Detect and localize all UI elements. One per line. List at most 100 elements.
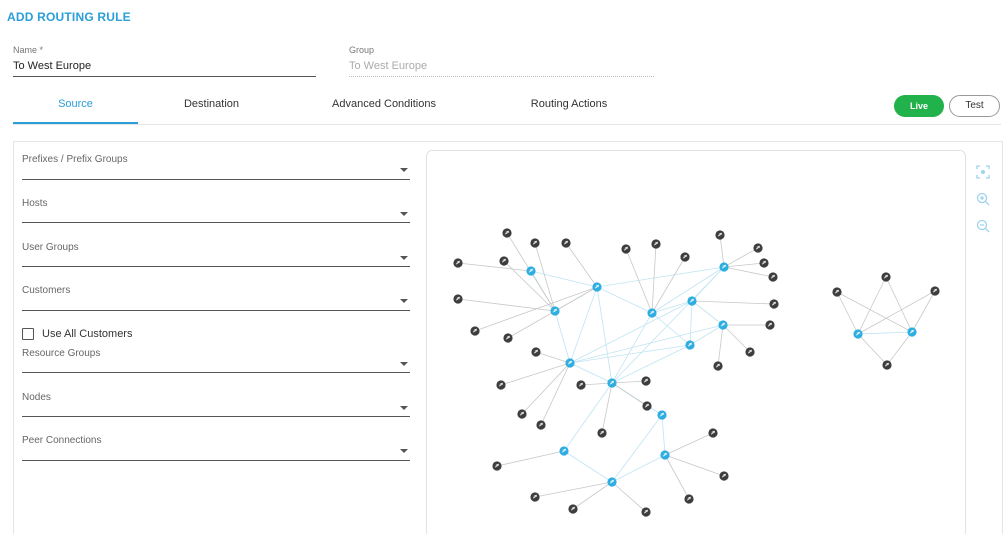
graph-edge	[836, 291, 859, 335]
graph-peer-node[interactable]	[453, 294, 463, 304]
tab-source[interactable]: Source	[13, 91, 138, 124]
graph-peer-node[interactable]	[453, 258, 463, 268]
graph-peer-node[interactable]	[745, 347, 755, 357]
graph-peer-node[interactable]	[561, 238, 571, 248]
graph-hub-node[interactable]	[660, 450, 670, 460]
graph-peer-node[interactable]	[684, 494, 694, 504]
graph-peer-node[interactable]	[642, 401, 652, 411]
graph-edge	[496, 450, 565, 467]
graph-hub-node[interactable]	[550, 306, 560, 316]
graph-edge	[719, 234, 725, 268]
graph-edge	[651, 266, 725, 314]
graph-edge	[457, 298, 556, 312]
graph-hub-node[interactable]	[657, 410, 667, 420]
graph-peer-node[interactable]	[641, 376, 651, 386]
select-underline	[22, 310, 410, 311]
select-underline	[22, 222, 410, 223]
graph-edge	[691, 300, 724, 326]
graph-edge	[580, 382, 613, 386]
graph-hub-node[interactable]	[687, 296, 697, 306]
graph-peer-node[interactable]	[769, 299, 779, 309]
graph-peer-node[interactable]	[708, 428, 718, 438]
use-all-customers-checkbox[interactable]: Use All Customers	[22, 327, 132, 341]
graph-hub-node[interactable]	[607, 477, 617, 487]
graph-peer-node[interactable]	[759, 258, 769, 268]
graph-peer-node[interactable]	[499, 256, 509, 266]
graph-hub-node[interactable]	[647, 308, 657, 318]
graph-hub-node[interactable]	[719, 262, 729, 272]
nodes-select[interactable]: Nodes	[22, 392, 410, 417]
graph-peer-node[interactable]	[530, 492, 540, 502]
graph-edge	[554, 310, 571, 364]
graph-peer-node[interactable]	[470, 326, 480, 336]
graph-peer-node[interactable]	[882, 360, 892, 370]
chevron-down-icon	[400, 212, 408, 216]
graph-peer-node[interactable]	[715, 230, 725, 240]
prefixes-label: Prefixes / Prefix Groups	[22, 154, 128, 165]
graph-hub-node[interactable]	[526, 266, 536, 276]
graph-edge	[534, 481, 613, 498]
graph-hub-node[interactable]	[685, 340, 695, 350]
graph-hub-node[interactable]	[853, 329, 863, 339]
graph-peer-node[interactable]	[832, 287, 842, 297]
graph-edge	[691, 300, 775, 305]
graph-peer-node[interactable]	[641, 507, 651, 517]
graph-peer-node[interactable]	[753, 243, 763, 253]
resource-groups-label: Resource Groups	[22, 348, 101, 359]
graph-peer-node[interactable]	[765, 320, 775, 330]
graph-edge	[611, 382, 648, 407]
graph-peer-node[interactable]	[881, 272, 891, 282]
graph-peer-node[interactable]	[930, 286, 940, 296]
graph-edge	[611, 454, 666, 483]
graph-peer-node[interactable]	[492, 461, 502, 471]
peer-connections-label: Peer Connections	[22, 435, 102, 446]
graph-peer-node[interactable]	[651, 239, 661, 249]
chevron-down-icon	[400, 256, 408, 260]
graph-hub-node[interactable]	[565, 358, 575, 368]
graph-peer-node[interactable]	[768, 272, 778, 282]
graph-peer-node[interactable]	[517, 409, 527, 419]
graph-peer-node[interactable]	[680, 252, 690, 262]
graph-hub-node[interactable]	[592, 282, 602, 292]
user-groups-select[interactable]: User Groups	[22, 242, 410, 267]
network-graph-canvas	[453, 228, 940, 517]
peer-connections-select[interactable]: Peer Connections	[22, 435, 410, 461]
graph-hub-node[interactable]	[907, 327, 917, 337]
focus-icon[interactable]	[975, 164, 991, 180]
graph-edge	[664, 454, 690, 500]
chevron-down-icon	[400, 168, 408, 172]
graph-peer-node[interactable]	[568, 504, 578, 514]
graph-peer-node[interactable]	[530, 238, 540, 248]
graph-peer-node[interactable]	[502, 228, 512, 238]
network-graph[interactable]	[426, 150, 966, 534]
graph-hub-node[interactable]	[559, 446, 569, 456]
graph-peer-node[interactable]	[621, 244, 631, 254]
graph-hub-node[interactable]	[607, 378, 617, 388]
graph-peer-node[interactable]	[719, 471, 729, 481]
tab-destination[interactable]: Destination	[150, 91, 273, 123]
graph-peer-node[interactable]	[597, 428, 607, 438]
resource-groups-select[interactable]: Resource Groups	[22, 348, 410, 373]
tab-advanced-conditions[interactable]: Advanced Conditions	[321, 91, 447, 123]
zoom-in-icon[interactable]	[975, 191, 991, 207]
name-field[interactable]: To West Europe	[13, 60, 316, 76]
live-button[interactable]: Live	[894, 95, 944, 117]
name-label: Name *	[13, 45, 44, 55]
select-underline	[22, 266, 410, 267]
hosts-select[interactable]: Hosts	[22, 198, 410, 223]
graph-peer-node[interactable]	[713, 361, 723, 371]
graph-edge	[611, 380, 647, 384]
customers-select[interactable]: Customers	[22, 285, 410, 311]
graph-peer-node[interactable]	[531, 347, 541, 357]
tab-routing-actions[interactable]: Routing Actions	[514, 91, 624, 123]
graph-hub-node[interactable]	[718, 320, 728, 330]
graph-peer-node[interactable]	[576, 380, 586, 390]
graph-peer-node[interactable]	[496, 380, 506, 390]
graph-peer-node[interactable]	[536, 420, 546, 430]
graph-edge	[661, 414, 666, 456]
test-button[interactable]: Test	[949, 95, 1000, 117]
zoom-out-icon[interactable]	[975, 218, 991, 234]
graph-edge	[540, 362, 571, 426]
prefixes-select[interactable]: Prefixes / Prefix Groups	[22, 154, 410, 180]
graph-peer-node[interactable]	[503, 333, 513, 343]
